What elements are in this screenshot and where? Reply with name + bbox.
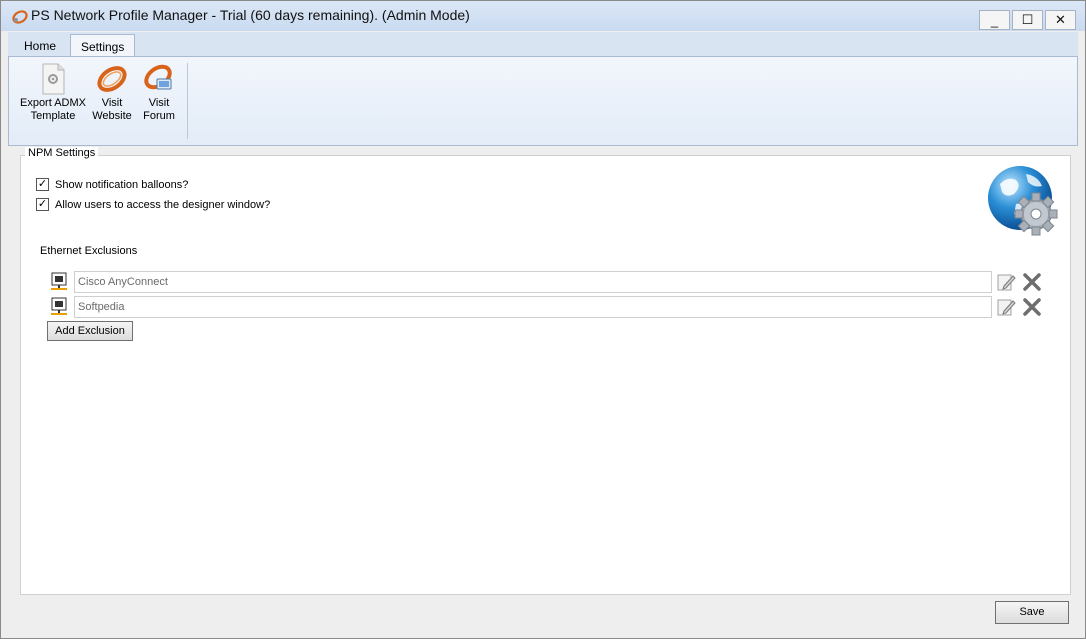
export-admx-line2: Template [30,110,76,122]
visit-website-line1: Visit [101,97,123,109]
app-window: PS Network Profile Manager - Trial (60 d… [0,0,1086,639]
ethernet-port-icon [51,297,67,315]
ribbon-separator [187,63,188,139]
title-bar[interactable]: PS Network Profile Manager - Trial (60 d… [1,1,1085,31]
export-admx-template-button[interactable]: Export ADMX Template [19,63,87,123]
visit-forum-line1: Visit [148,97,170,109]
show-balloons-label: Show notification balloons? [55,178,189,191]
edit-icon[interactable] [996,297,1016,317]
visit-forum-button[interactable]: Visit Forum [137,63,181,123]
exclusion-row [47,296,1042,318]
maximize-button[interactable]: ☐ [1012,10,1043,30]
visit-website-line2: Website [92,110,132,122]
ribbon-panel: Export ADMX Template Visit Website Visit… [8,56,1078,146]
ribbon-tabs: Home Settings [8,32,1078,57]
app-logo-icon [12,10,28,24]
save-button[interactable]: Save [995,601,1069,624]
allow-designer-row[interactable]: ✓ Allow users to access the designer win… [36,198,270,211]
ethernet-port-icon [51,272,67,290]
show-balloons-checkbox[interactable]: ✓ [36,178,49,191]
minimize-button[interactable]: _ [979,10,1010,30]
visit-website-button[interactable]: Visit Website [89,63,135,123]
tab-settings[interactable]: Settings [70,34,136,57]
export-admx-line1: Export ADMX [19,97,87,109]
show-balloons-row[interactable]: ✓ Show notification balloons? [36,178,188,191]
exclusion-input[interactable] [74,271,992,293]
npm-settings-title: NPM Settings [25,147,99,159]
forum-ring-icon [144,64,172,90]
globe-gear-icon [988,166,1058,236]
add-exclusion-button[interactable]: Add Exclusion [47,321,133,341]
exclusion-row [47,271,1042,293]
delete-icon[interactable] [1022,272,1042,292]
visit-forum-line2: Forum [143,110,175,122]
allow-designer-label: Allow users to access the designer windo… [55,198,271,211]
exclusion-input[interactable] [74,296,992,318]
document-gear-icon [42,63,65,95]
tab-home[interactable]: Home [14,34,66,57]
allow-designer-checkbox[interactable]: ✓ [36,198,49,211]
ethernet-exclusions-label: Ethernet Exclusions [40,245,138,257]
window-title: PS Network Profile Manager - Trial (60 d… [31,7,470,23]
globe-ring-icon [97,66,127,92]
delete-icon[interactable] [1022,297,1042,317]
edit-icon[interactable] [996,272,1016,292]
close-button[interactable]: ✕ [1045,10,1076,30]
npm-settings-group [20,155,1071,595]
